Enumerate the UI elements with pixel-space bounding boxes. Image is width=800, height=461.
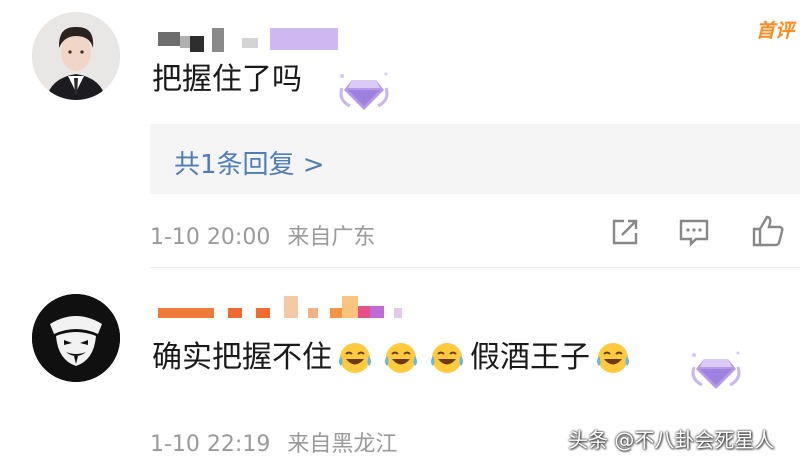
laughing-crying-emoji-icon [337, 340, 373, 376]
watermark: 头条 @不八卦会死星人 [568, 428, 775, 452]
comment-2-location: 来自黑龙江 [287, 432, 398, 457]
user-avatar-2[interactable] [32, 294, 120, 382]
first-comment-label: 首评 [755, 20, 794, 42]
comment-2-text-part1: 确实把握不住 [152, 340, 332, 375]
comment-2-meta: 1-10 22:19 来自黑龙江 [150, 426, 397, 458]
comment-1-time: 1-10 20:00 [150, 225, 271, 250]
username-1-redacted[interactable] [158, 28, 338, 52]
username-2-redacted[interactable] [158, 296, 402, 318]
laughing-crying-emoji-icon [383, 340, 419, 376]
diamond-badge-icon [686, 345, 746, 395]
laughing-crying-emoji-icon [429, 340, 465, 376]
comment-1-location: 来自广东 [287, 225, 376, 250]
reply-box[interactable]: 共1条回复 > [150, 124, 800, 194]
divider [150, 267, 800, 268]
view-replies-link[interactable]: 共1条回复 > [174, 144, 325, 181]
diamond-badge-icon [334, 66, 394, 116]
comment-1-text: 把握住了吗 [152, 62, 302, 97]
laughing-crying-emoji-icon [595, 340, 631, 376]
comment-icon[interactable] [676, 213, 712, 249]
user-avatar-1[interactable] [32, 12, 120, 100]
like-icon[interactable] [750, 213, 786, 249]
comment-2-time: 1-10 22:19 [150, 432, 271, 457]
comment-2-text-part2: 假酒王子 [470, 340, 590, 375]
share-icon[interactable] [606, 213, 642, 249]
comment-1-meta: 1-10 20:00 来自广东 [150, 219, 375, 251]
comment-2-text: 确实把握不住 假酒王子 [152, 340, 636, 376]
